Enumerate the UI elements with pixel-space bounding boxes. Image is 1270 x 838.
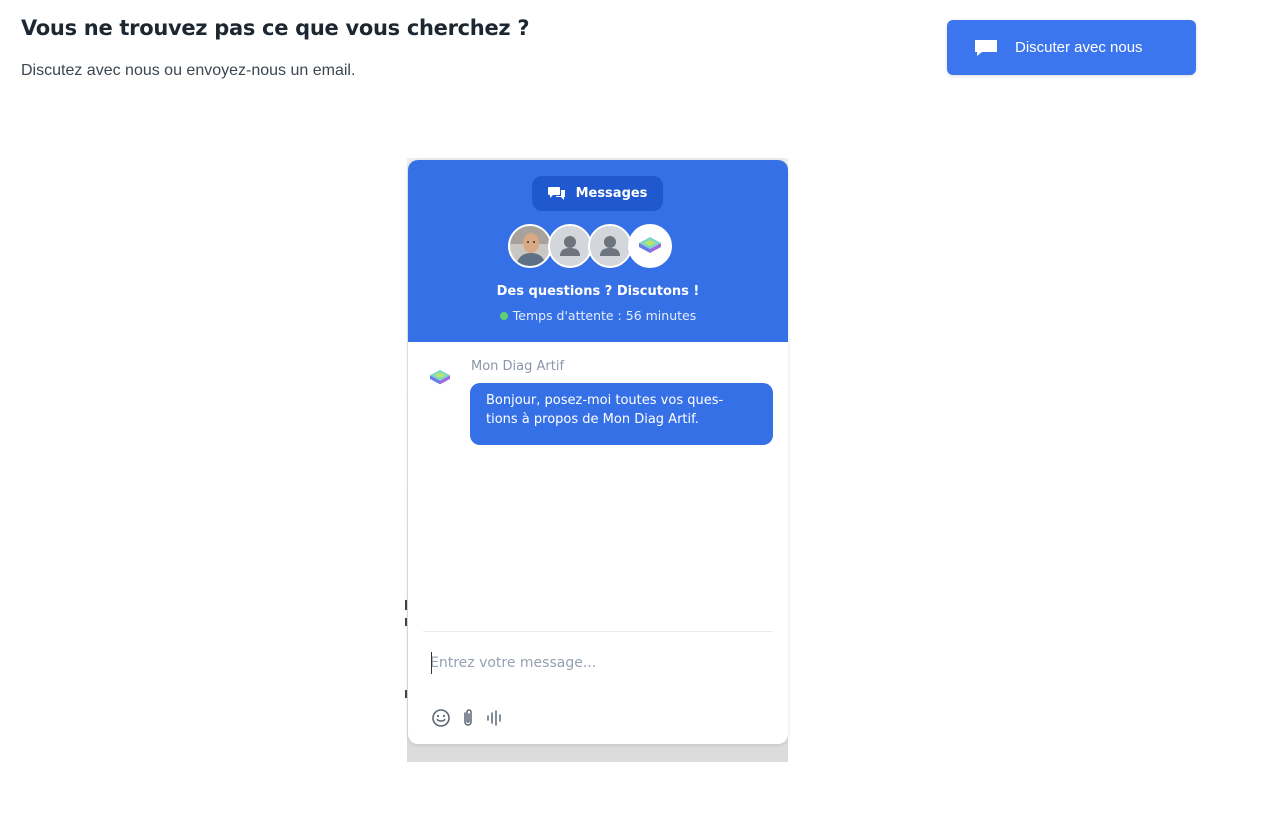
edge-mark (405, 600, 407, 610)
online-status-dot (499, 312, 508, 320)
edge-mark (405, 690, 407, 698)
page-title: Vous ne trouvez pas ce que vous cherchez… (21, 16, 530, 40)
wait-time-text: Temps d'attente : 56 minutes (512, 308, 697, 323)
message-input[interactable] (430, 650, 760, 676)
chat-widget: Messages Des questions ? Discutons ! Tem… (408, 160, 788, 744)
chat-with-us-label: Discuter avec nous (1015, 39, 1143, 56)
bot-logo-avatar (628, 224, 672, 268)
agent-placeholder-avatar (588, 224, 632, 268)
composer-divider (423, 631, 773, 632)
message-text-line: Bonjour, posez-moi toutes vos ques- (486, 393, 724, 408)
voice-message-icon[interactable] (485, 708, 505, 728)
chat-widget-header: Messages Des questions ? Discutons ! Tem… (408, 160, 788, 342)
conversation-icon (547, 186, 566, 202)
text-cursor (431, 652, 432, 674)
bot-message-avatar (428, 368, 452, 392)
wait-time-status: Temps d'attente : 56 minutes (408, 308, 788, 323)
chat-bubble-icon (974, 39, 998, 57)
page-subtitle: Discutez avec nous ou envoyez-nous un em… (21, 62, 356, 79)
messages-tab[interactable]: Messages (532, 176, 663, 211)
agent-photo-avatar (508, 224, 552, 268)
message-sender-name: Mon Diag Artif (471, 359, 565, 374)
edge-mark (405, 618, 407, 626)
messages-tab-label: Messages (575, 186, 648, 201)
emoji-icon[interactable] (431, 708, 451, 728)
agent-placeholder-avatar (548, 224, 592, 268)
attachment-icon[interactable] (461, 708, 475, 728)
message-text-line: tions à propos de Mon Diag Artif. (486, 412, 699, 427)
composer-toolbar (431, 708, 505, 728)
chat-with-us-button[interactable]: Discuter avec nous (947, 20, 1196, 75)
chat-title: Des questions ? Discutons ! (496, 284, 700, 299)
bot-message-bubble: Bonjour, posez-moi toutes vos ques- tion… (470, 383, 773, 445)
